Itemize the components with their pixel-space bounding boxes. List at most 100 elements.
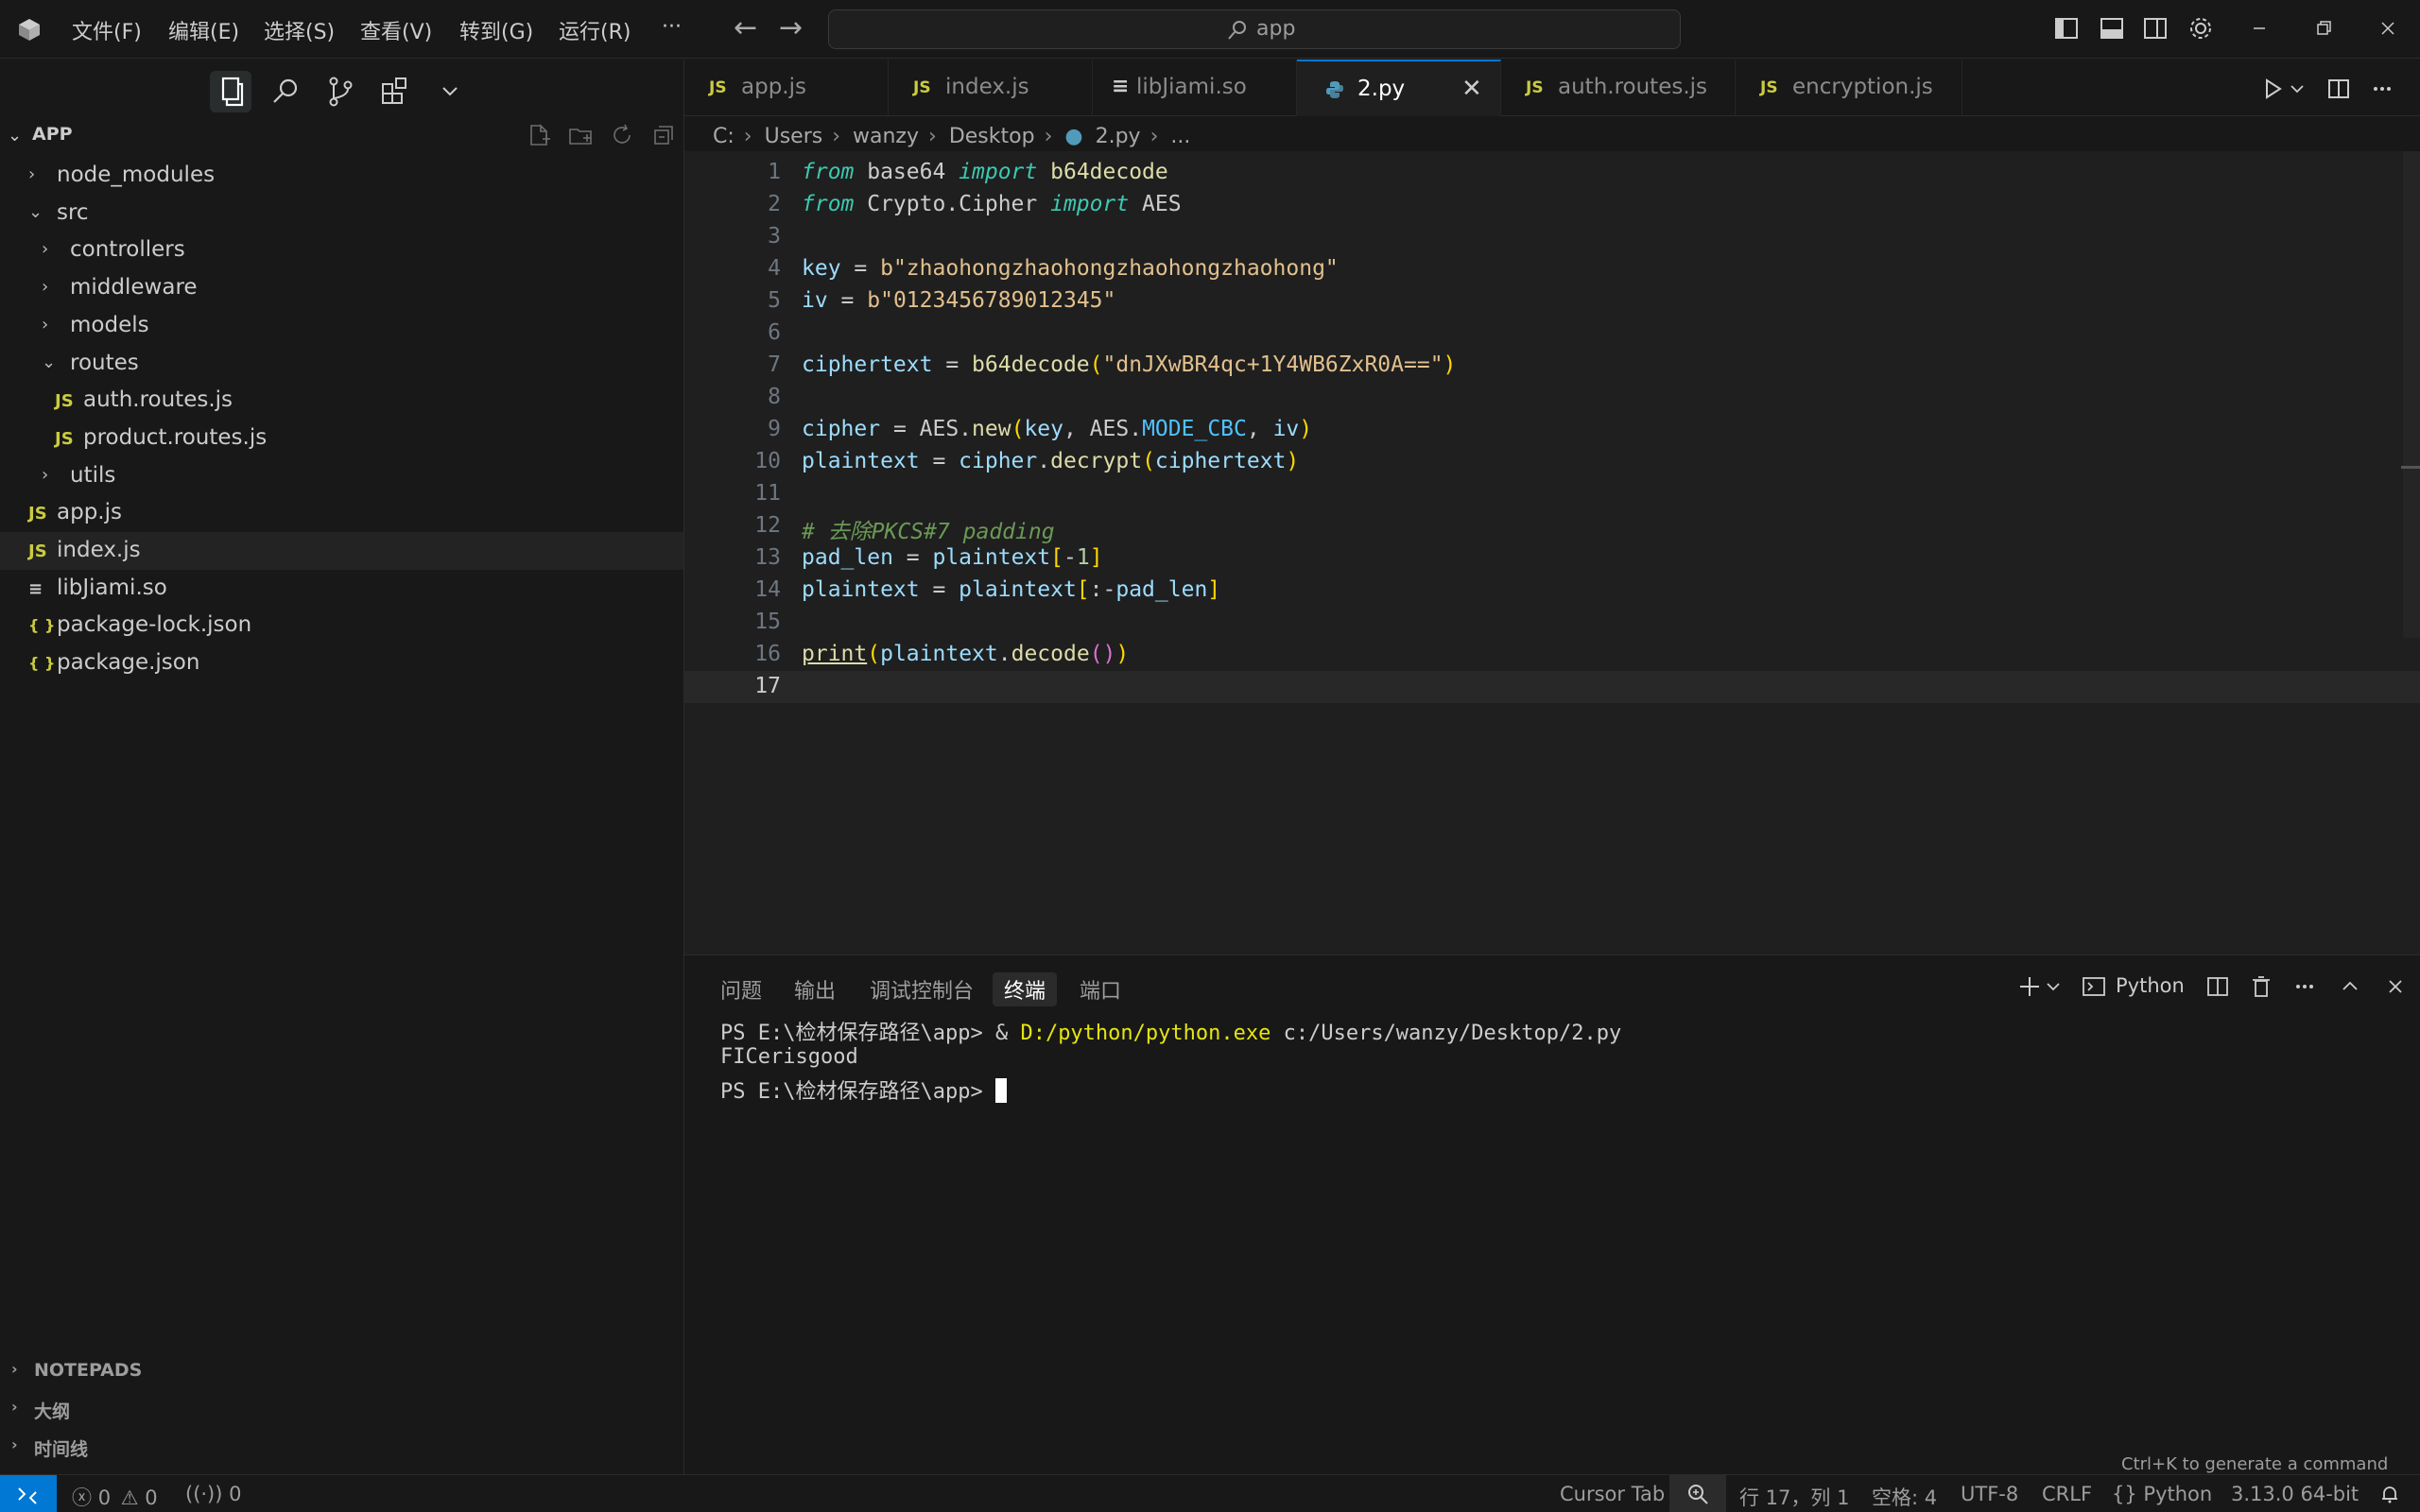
tab-encryption-js[interactable]: JS encryption.js (1736, 60, 1962, 116)
eol-status[interactable]: CRLF (2042, 1483, 2092, 1505)
panel-tab-debug-console[interactable]: 调试控制台 (870, 974, 974, 1005)
terminal-profile-label[interactable]: Python (2116, 974, 2185, 997)
code-line[interactable]: 8 (684, 382, 2420, 414)
arrow-right-icon[interactable]: → (779, 11, 803, 44)
code-line[interactable]: 2 from Crypto.Cipher import AES (684, 189, 2420, 221)
code-line[interactable]: 5 iv = b"0123456789012345" (684, 285, 2420, 318)
new-folder-icon[interactable] (567, 122, 594, 148)
code-line-current[interactable]: 17 (684, 671, 2420, 703)
run-icon[interactable] (2259, 76, 2286, 102)
chevron-down-icon[interactable] (2044, 972, 2063, 1001)
tab-auth-routes-js[interactable]: JS auth.routes.js (1501, 60, 1736, 116)
arrow-left-icon[interactable]: ← (734, 11, 757, 44)
code-line[interactable]: 14 plaintext = plaintext[:-pad_len] (684, 575, 2420, 607)
toggle-panel-icon[interactable] (2099, 15, 2125, 42)
gear-icon[interactable] (2187, 15, 2214, 42)
tree-item[interactable]: ≡ libJiami.so (0, 570, 683, 608)
explorer-title[interactable]: APP (32, 124, 73, 145)
cursor-tab-status[interactable]: Cursor Tab (1560, 1483, 1665, 1505)
tree-item[interactable]: › models (0, 307, 683, 345)
cursor-position-status[interactable]: 行 17，列 1 (1739, 1483, 1849, 1511)
menu-edit[interactable]: 编辑(E) (168, 15, 239, 45)
code-line[interactable]: 12 # 去除PKCS#7 padding (684, 510, 2420, 544)
chevron-down-icon[interactable] (429, 71, 471, 112)
tree-item[interactable]: JS auth.routes.js (0, 382, 683, 420)
remote-button[interactable] (0, 1475, 57, 1512)
tab-2-py[interactable]: 2.py ✕ (1297, 60, 1501, 116)
more-actions-icon[interactable] (2291, 972, 2318, 1001)
zoom-icon[interactable] (1669, 1475, 1726, 1512)
panel-tab-ports[interactable]: 端口 (1080, 974, 1121, 1005)
collapse-all-icon[interactable] (650, 122, 677, 148)
tree-item[interactable]: JS app.js (0, 494, 683, 532)
tree-item[interactable]: JS index.js (0, 532, 683, 570)
tree-item[interactable]: › node_modules (0, 157, 683, 195)
code-line[interactable]: 1 from base64 import b64decode (684, 157, 2420, 189)
maximize-panel-icon[interactable] (2337, 972, 2363, 1001)
tab-app-js[interactable]: JS app.js (684, 60, 889, 116)
tree-item[interactable]: ⌄ routes (0, 345, 683, 383)
code-line[interactable]: 9 cipher = AES.new(key, AES.MODE_CBC, iv) (684, 414, 2420, 446)
menu-view[interactable]: 查看(V) (360, 15, 432, 45)
code-line[interactable]: 3 (684, 221, 2420, 253)
breadcrumb-item[interactable]: Desktop (949, 125, 1035, 148)
close-tab-icon[interactable]: ✕ (1461, 75, 1482, 103)
bell-icon[interactable] (2378, 1483, 2401, 1505)
ports-status[interactable]: ((·)) 0 (185, 1483, 242, 1505)
refresh-icon[interactable] (609, 122, 635, 148)
restore-icon[interactable] (2310, 15, 2337, 42)
problems-status[interactable]: ⓧ 0 ⚠ 0 (72, 1483, 158, 1511)
breadcrumb-item[interactable]: ... (1170, 125, 1190, 148)
command-center-search[interactable]: app (828, 9, 1681, 49)
search-icon[interactable] (265, 71, 306, 112)
code-line[interactable]: 6 (684, 318, 2420, 350)
breadcrumb-item[interactable]: Users (765, 125, 823, 148)
terminal-prompt[interactable]: PS E:\检材保存路径\app> (720, 1074, 1007, 1105)
code-line[interactable]: 10 plaintext = cipher.decrypt(ciphertext) (684, 446, 2420, 478)
code-line[interactable]: 15 (684, 607, 2420, 639)
code-line[interactable]: 7 ciphertext = b64decode("dnJXwBR4qc+1Y4W… (684, 350, 2420, 382)
breadcrumb-item[interactable]: wanzy (853, 125, 919, 148)
new-terminal-icon[interactable] (2015, 972, 2044, 1001)
menu-more-icon[interactable]: ··· (662, 15, 682, 39)
indentation-status[interactable]: 空格: 4 (1872, 1483, 1937, 1511)
breadcrumb-item[interactable]: C: (713, 125, 735, 148)
minimize-icon[interactable] (2246, 15, 2273, 42)
toggle-secondary-sidebar-icon[interactable] (2142, 15, 2169, 42)
menu-selection[interactable]: 选择(S) (264, 15, 335, 45)
interpreter-status[interactable]: 3.13.0 64-bit (2231, 1483, 2359, 1505)
menu-goto[interactable]: 转到(G) (459, 15, 533, 45)
new-file-icon[interactable] (526, 122, 552, 148)
explorer-files-icon[interactable] (210, 71, 251, 112)
tab-libjiami-so[interactable]: ≡ libJiami.so (1093, 60, 1297, 116)
split-editor-icon[interactable] (2325, 76, 2352, 102)
code-line[interactable]: 4 key = b"zhaohongzhaohongzhaohongzhaohon… (684, 253, 2420, 285)
menu-run[interactable]: 运行(R) (559, 15, 631, 45)
chevron-down-icon[interactable] (2288, 76, 2307, 102)
tree-item[interactable]: { } package.json (0, 644, 683, 682)
close-window-icon[interactable] (2375, 15, 2401, 42)
tree-item[interactable]: › controllers (0, 232, 683, 269)
close-panel-icon[interactable] (2382, 972, 2409, 1001)
split-terminal-icon[interactable] (2204, 972, 2231, 1001)
tree-item[interactable]: JS product.routes.js (0, 420, 683, 457)
toggle-primary-sidebar-icon[interactable] (2053, 15, 2080, 42)
breadcrumb-item[interactable]: 2.py (1096, 125, 1141, 148)
tab-index-js[interactable]: JS index.js (889, 60, 1093, 116)
extensions-icon[interactable] (374, 71, 416, 112)
encoding-status[interactable]: UTF-8 (1961, 1483, 2018, 1505)
tree-item[interactable]: { } package-lock.json (0, 607, 683, 644)
code-line[interactable]: 13 pad_len = plaintext[-1] (684, 542, 2420, 575)
source-control-icon[interactable] (320, 71, 361, 112)
tree-item[interactable]: › utils (0, 457, 683, 495)
panel-tab-problems[interactable]: 问题 (720, 974, 762, 1005)
tree-item[interactable]: ⌄ src (0, 195, 683, 232)
panel-tab-terminal[interactable]: 终端 (993, 972, 1058, 1006)
menu-file[interactable]: 文件(F) (72, 15, 142, 45)
code-line[interactable]: 16 print(plaintext.decode()) (684, 639, 2420, 671)
chevron-down-icon[interactable]: ⌄ (8, 126, 22, 146)
more-actions-icon[interactable] (2369, 76, 2395, 102)
code-editor[interactable]: 1 from base64 import b64decode 2 from Cryp… (684, 151, 2420, 954)
language-status[interactable]: {} Python (2112, 1483, 2212, 1505)
tree-item[interactable]: › middleware (0, 269, 683, 307)
